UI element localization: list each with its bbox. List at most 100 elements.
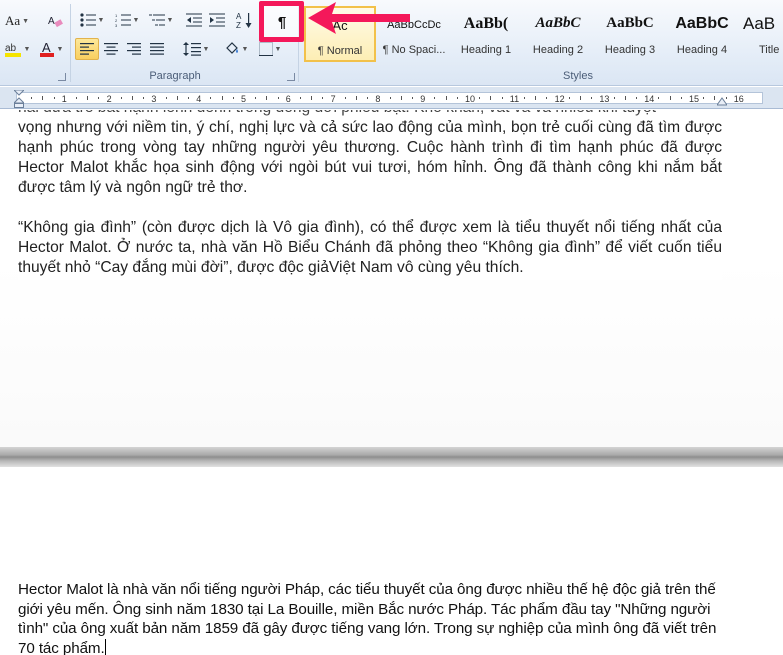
style-sample: AaBbC xyxy=(606,15,654,31)
multilevel-list-button[interactable]: ▼ xyxy=(145,9,177,31)
font-dialog-launcher[interactable] xyxy=(58,73,66,81)
ruler-tick xyxy=(277,97,279,99)
style-heading-1[interactable]: AaBb( Heading 1 xyxy=(450,6,522,62)
bullets-button[interactable]: ▼ xyxy=(76,9,108,31)
align-right-button[interactable] xyxy=(123,38,145,60)
style-sample: AaBbC xyxy=(675,15,729,32)
highlight-swatch xyxy=(4,53,21,57)
svg-text:ab: ab xyxy=(5,43,17,54)
ruler-number: 9 xyxy=(420,94,426,104)
page-1-body[interactable]: hai đứa trẻ bất hạnh lênh đênh trong dòn… xyxy=(18,110,722,280)
clear-formatting-button[interactable]: A xyxy=(44,10,66,32)
paint-bucket-icon xyxy=(225,42,238,54)
ruler-tick xyxy=(535,96,537,100)
ruler-tick xyxy=(680,97,682,99)
style-heading-2[interactable]: AaBbC Heading 2 xyxy=(522,6,594,62)
paragraph-text: Hector Malot là nhà văn nổi tiếng người … xyxy=(18,581,717,655)
chevron-down-icon: ▼ xyxy=(166,16,174,24)
ruler-tick xyxy=(389,97,391,99)
ruler-tick xyxy=(636,97,637,99)
ruler-tick xyxy=(367,97,369,99)
svg-text:Z: Z xyxy=(236,21,241,29)
align-center-button[interactable] xyxy=(100,38,122,60)
chevron-down-icon: ▼ xyxy=(56,45,64,53)
style-heading-4[interactable]: AaBbC Heading 4 xyxy=(666,6,738,62)
increase-indent-icon xyxy=(209,13,225,27)
show-hide-formatting-button[interactable]: ¶ xyxy=(272,12,292,32)
decrease-indent-button[interactable] xyxy=(183,9,205,31)
ruler-tick xyxy=(31,97,33,99)
ruler-tick xyxy=(120,97,122,99)
sort-button[interactable]: AZ xyxy=(234,9,256,31)
line-spacing-button[interactable]: ▼ xyxy=(179,38,213,60)
style-name: Heading 1 xyxy=(460,44,512,56)
borders-icon xyxy=(258,42,273,56)
align-left-button[interactable] xyxy=(75,38,99,60)
style-title[interactable]: AaB Title xyxy=(738,6,783,62)
style-name: Heading 4 xyxy=(676,44,728,56)
ruler-tick xyxy=(344,97,346,99)
text-highlight-button[interactable]: ab ▼ xyxy=(0,38,34,60)
style-sample: AaB xyxy=(743,14,776,33)
sort-icon: AZ xyxy=(236,12,252,29)
ruler-number: 10 xyxy=(465,94,476,104)
clear-formatting-icon: A xyxy=(48,16,63,28)
partial-line: hai đứa trẻ bất hạnh lênh đênh trong dòn… xyxy=(18,110,722,118)
document-area[interactable]: hai đứa trẻ bất hạnh lênh đênh trong dòn… xyxy=(0,110,783,655)
ruler-tick xyxy=(176,96,178,100)
paragraph-dialog-launcher[interactable] xyxy=(287,73,295,81)
ruler-tick xyxy=(725,97,727,99)
ruler-number: 15 xyxy=(689,94,700,104)
text-cursor xyxy=(104,638,106,655)
ruler-number: 14 xyxy=(644,94,655,104)
chevron-down-icon: ▼ xyxy=(97,16,105,24)
ruler-tick xyxy=(165,97,167,99)
change-case-label: Aa xyxy=(4,13,21,28)
ruler-number: 2 xyxy=(106,94,112,104)
ruler-tick xyxy=(412,97,413,99)
style-name: Title xyxy=(759,44,780,56)
ruler-number: 16 xyxy=(733,94,744,104)
ruler-tick xyxy=(255,97,257,99)
group-separator xyxy=(70,4,71,82)
increase-indent-button[interactable] xyxy=(206,9,228,31)
empty-paragraph xyxy=(18,198,722,218)
ruler-number: 8 xyxy=(375,94,381,104)
ruler-tick xyxy=(490,96,492,100)
numbering-button[interactable]: 1 2 3 ▼ xyxy=(111,9,143,31)
ruler-tick xyxy=(311,96,313,100)
svg-text:A: A xyxy=(48,16,55,27)
shading-button[interactable]: ▼ xyxy=(221,38,251,60)
chevron-down-icon: ▼ xyxy=(274,45,282,53)
align-center-icon xyxy=(104,43,118,55)
ruler-tick xyxy=(210,97,212,99)
chevron-down-icon: ▼ xyxy=(132,16,140,24)
ruler-tick xyxy=(658,97,660,99)
ruler-number: 7 xyxy=(330,94,336,104)
style-heading-3[interactable]: AaBbC Heading 3 xyxy=(594,6,666,62)
ruler-tick xyxy=(703,97,705,99)
align-left-icon xyxy=(80,43,94,55)
change-case-button[interactable]: Aa ▼ xyxy=(2,10,32,32)
page-2-body[interactable]: Hector Malot là nhà văn nổi tiếng người … xyxy=(18,580,724,655)
styles-group-label: Styles xyxy=(563,70,593,82)
ruler-tick xyxy=(232,97,234,99)
paragraph: Hector Malot là nhà văn nổi tiếng người … xyxy=(18,580,724,655)
annotation-arrow xyxy=(308,2,410,34)
justify-button[interactable] xyxy=(146,38,168,60)
horizontal-ruler[interactable]: 1 2 3 4 5 6 7 8 9 10 11 12 13 14 15 16 xyxy=(0,87,783,109)
ruler-number: 1 xyxy=(61,94,67,104)
chevron-down-icon: ▼ xyxy=(22,17,30,25)
ruler-tick xyxy=(188,97,189,99)
decrease-indent-icon xyxy=(186,13,202,27)
svg-text:A: A xyxy=(42,40,51,55)
left-indent-marker-icon[interactable] xyxy=(14,90,24,108)
ruler-tick xyxy=(580,96,581,100)
highlighter-icon: ab xyxy=(4,43,21,57)
ruler-tick xyxy=(87,96,89,100)
ruler-tick xyxy=(546,97,548,99)
ribbon: Aa ▼ A ab ▼ A ▼ ▼ 1 2 3 ▼ ▼ AZ ▼ ▼ ▼ Par… xyxy=(0,0,783,86)
font-color-button[interactable]: A ▼ xyxy=(36,38,66,60)
style-name: ¶ Normal xyxy=(317,45,363,57)
ruler-tick xyxy=(501,97,503,99)
